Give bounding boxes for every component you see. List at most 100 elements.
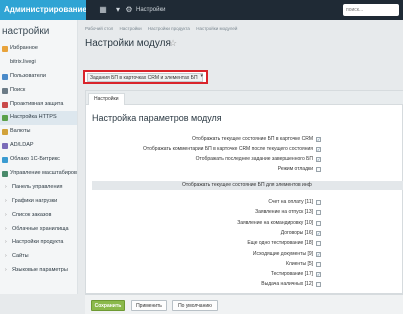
tab-bar: Настройки: [86, 91, 403, 105]
sidebar-subitem-label: Панель управления: [12, 183, 63, 190]
sidebar-item-icon: [2, 73, 8, 80]
top-bar: Администрирование ▦ ▾ ⚙ Настройки: [0, 0, 403, 20]
option-row: Исходящие документы [9] ✓: [86, 250, 403, 259]
sidebar-item-label: Поиск: [10, 86, 26, 93]
breadcrumb-item[interactable]: Настройки: [120, 26, 142, 31]
sidebar-item-label: Избранное: [10, 45, 38, 51]
sidebar-subitem[interactable]: › Языковые параметры: [0, 264, 77, 278]
grid-icon[interactable]: ▦: [98, 5, 108, 15]
option-row: Отображать последнее задание завершенног…: [86, 155, 403, 164]
option-label: Отображать комментарии БП в карточке CRM…: [143, 146, 313, 152]
option-row: Отображать текущее состояние БП в карточ…: [86, 135, 403, 144]
section-title: Настройка параметров модуля: [92, 113, 222, 123]
breadcrumb-item[interactable]: Настройки модулей: [196, 26, 237, 31]
sidebar-subitem-label: Облачные хранилища: [12, 225, 69, 232]
option-label: Заявление на отпуск [13]: [255, 209, 313, 216]
chevron-down-icon: ▾: [200, 73, 203, 79]
chevron-right-icon: ›: [5, 267, 7, 274]
option-checkbox[interactable]: [316, 210, 321, 216]
option-label: Договоры [16]: [280, 229, 313, 236]
option-row: Заявление на отпуск [13]: [86, 208, 403, 217]
sidebar-subitem[interactable]: › Облачные хранилища: [0, 223, 77, 237]
option-label: Режим отладки: [277, 166, 313, 172]
sidebar-item[interactable]: Управление масштабированием: [0, 167, 77, 181]
option-checkbox[interactable]: [316, 167, 321, 172]
sidebar-item-label: Облако 1С-Битрикс: [10, 156, 60, 163]
sidebar-item[interactable]: Облако 1С-Битрикс: [0, 153, 77, 167]
chevron-right-icon: ›: [5, 197, 7, 204]
sidebar-item-label: Управление масштабированием: [10, 170, 77, 177]
chevron-right-icon: ›: [5, 183, 7, 190]
option-label: Отображать последнее задание завершенног…: [195, 156, 313, 162]
option-label: Еще одно тестирование [18]: [247, 240, 313, 247]
sidebar-item[interactable]: Настройка HTTPS: [0, 111, 77, 126]
main-content: Рабочий стол Настройки Настройки продукт…: [79, 20, 403, 314]
chevron-right-icon: ›: [5, 211, 7, 218]
sidebar-item[interactable]: Избранное: [0, 42, 77, 56]
option-checkbox[interactable]: [316, 220, 321, 226]
sidebar-item[interactable]: Валюты: [0, 125, 77, 139]
option-checkbox[interactable]: ✓: [316, 147, 321, 152]
chevron-down-icon[interactable]: ▾: [113, 5, 123, 15]
sidebar-subitem[interactable]: › Графики нагрузки: [0, 195, 77, 209]
sidebar-subitem[interactable]: › Панель управления: [0, 181, 77, 195]
option-checkbox[interactable]: [316, 200, 321, 205]
defaults-button[interactable]: По умолчанию: [172, 300, 218, 311]
option-label: Выдача наличных [12]: [261, 281, 313, 288]
sidebar: настройки Избранное bitrix.livegi Пользова…: [0, 20, 78, 294]
option-label: Заявление на командировку [10]: [237, 219, 313, 226]
brand-title[interactable]: Администрирование: [0, 0, 86, 20]
sidebar-item-label: Настройка HTTPS: [10, 114, 57, 121]
page-title: Настройки модуля: [85, 38, 171, 49]
gear-icon[interactable]: ⚙: [124, 5, 134, 15]
sidebar-subitem[interactable]: › Настройки продукта: [0, 236, 77, 250]
sidebar-item-icon: [2, 143, 8, 150]
settings-link[interactable]: Настройки: [136, 0, 165, 20]
sidebar-subitem-label: Настройки продукта: [12, 239, 64, 246]
option-label: Исходящие документы [9]: [252, 250, 313, 257]
sidebar-title: настройки: [2, 26, 50, 37]
save-button[interactable]: Сохранить: [91, 300, 125, 311]
sidebar-item[interactable]: Пользователи: [0, 70, 77, 84]
option-row: Договоры [16] ✓: [86, 229, 403, 238]
sidebar-subitem[interactable]: › Сайты: [0, 250, 77, 264]
sidebar-item-label: Валюты: [10, 128, 31, 135]
breadcrumb: Рабочий стол Настройки Настройки продукт…: [85, 26, 242, 31]
sidebar-item[interactable]: bitrix.livegi: [0, 56, 77, 70]
option-checkbox[interactable]: ✓: [316, 157, 321, 162]
option-checkbox[interactable]: [316, 241, 321, 247]
tab-settings[interactable]: Настройки: [88, 93, 125, 105]
sidebar-subitem[interactable]: › Список заказов: [0, 209, 77, 223]
breadcrumb-item[interactable]: Рабочий стол: [85, 26, 113, 31]
star-icon[interactable]: ☆: [169, 38, 177, 49]
option-checkbox[interactable]: ✓: [316, 251, 321, 257]
module-select[interactable]: Задания БП в карточках CRM и элементах Б…: [87, 73, 203, 82]
sidebar-item-icon: [2, 87, 8, 94]
chevron-right-icon: ›: [5, 253, 7, 260]
option-label: Тестирование [17]: [270, 271, 313, 278]
settings-panel: Настройки Настройка параметров модуля От…: [85, 90, 403, 294]
group-heading: Отображать текущее состояние БП для элем…: [92, 181, 403, 190]
sidebar-item[interactable]: Поиск: [0, 84, 77, 98]
sidebar-item-label: AD/LDAP: [10, 142, 34, 149]
chevron-right-icon: ›: [5, 225, 7, 232]
option-row: Выдача наличных [12]: [86, 280, 403, 289]
sidebar-item-label: Проактивная защита: [10, 100, 64, 107]
option-checkbox[interactable]: [316, 282, 321, 288]
sidebar-item-icon: [2, 115, 8, 122]
option-row: Клиенты [5]: [86, 260, 403, 269]
sidebar-item[interactable]: AD/LDAP: [0, 139, 77, 153]
breadcrumb-item[interactable]: Настройки продукта: [148, 26, 190, 31]
option-checkbox[interactable]: ✓: [316, 137, 321, 142]
sidebar-item[interactable]: Проактивная защита: [0, 98, 77, 112]
apply-button[interactable]: Применить: [131, 300, 167, 311]
chevron-right-icon: ›: [5, 239, 7, 246]
search-input[interactable]: [343, 4, 399, 16]
option-checkbox[interactable]: ✓: [316, 230, 321, 236]
option-label: Счет на оплату [11]: [268, 199, 313, 205]
sidebar-item-icon: [2, 129, 8, 136]
option-row: Отображать комментарии БП в карточке CRM…: [86, 145, 403, 154]
option-label: Клиенты [5]: [286, 260, 313, 267]
option-checkbox[interactable]: [316, 261, 321, 267]
option-checkbox[interactable]: ✓: [316, 272, 321, 278]
